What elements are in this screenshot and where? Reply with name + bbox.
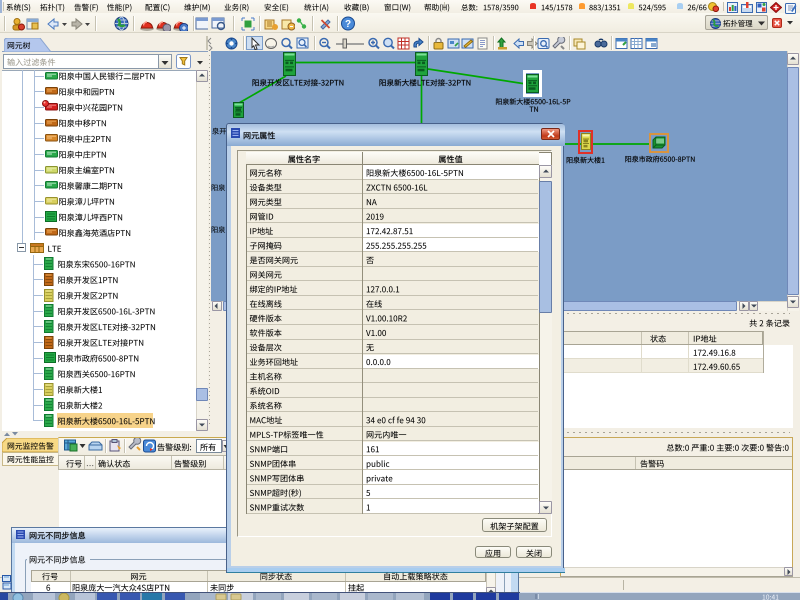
svg-text:?: ? [345, 19, 351, 30]
